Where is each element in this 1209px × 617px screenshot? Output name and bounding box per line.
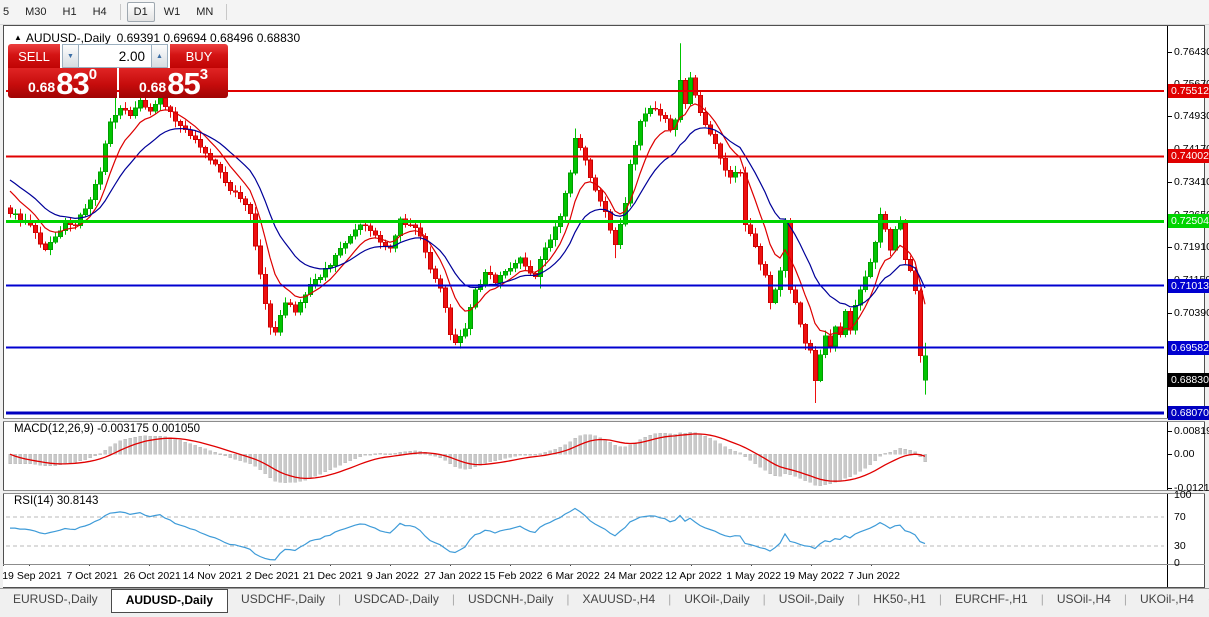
chart-title: ▲ AUDUSD-,Daily 0.69391 0.69694 0.68496 0.…: [14, 31, 300, 45]
price-axis: 0.764300.756700.749300.741700.734100.726…: [1168, 26, 1206, 587]
level-price-label: 0.74002: [1168, 149, 1209, 163]
date-label: 2 Dec 2021: [246, 570, 300, 582]
buy-price-prefix: 0.68: [139, 77, 166, 97]
price-tick-label: 0.70390: [1174, 307, 1209, 319]
date-label: 12 Apr 2022: [665, 570, 722, 582]
tab-eurchfh1[interactable]: EURCHF-,H1: [942, 589, 1041, 610]
pane-splitter-rsi[interactable]: [3, 490, 1205, 494]
volume-input[interactable]: [79, 44, 151, 68]
date-label: 14 Nov 2021: [183, 570, 243, 582]
tab-usdchfdaily[interactable]: USDCHF-,Daily: [228, 589, 338, 610]
rsi-axis-label: 0: [1174, 557, 1180, 569]
date-label: 21 Dec 2021: [303, 570, 363, 582]
buy-price-big: 85: [167, 70, 199, 97]
tab-usdcaddaily[interactable]: USDCAD-,Daily: [341, 589, 452, 610]
macd-tick: [1168, 488, 1172, 489]
date-label: 19 Sep 2021: [2, 570, 62, 582]
price-tick-label: 0.74930: [1174, 110, 1209, 122]
date-label: 6 Mar 2022: [547, 570, 600, 582]
tab-audusddaily[interactable]: AUDUSD-,Daily: [111, 589, 228, 613]
chart-ohlc-values: 0.69391 0.69694 0.68496 0.68830: [117, 31, 301, 45]
date-label: 26 Oct 2021: [124, 570, 181, 582]
date-label: 19 May 2022: [783, 570, 844, 582]
macd-label: MACD(12,26,9) -0.003175 0.001050: [14, 423, 200, 435]
macd-axis-label: 0.00: [1174, 448, 1194, 460]
collapse-icon[interactable]: ▲: [14, 33, 22, 42]
tab-xauusdh4[interactable]: XAUUSD-,H4: [569, 589, 668, 610]
chevron-down-icon: ▼: [67, 53, 74, 60]
price-tick-label: 0.76430: [1174, 46, 1209, 58]
date-label: 1 May 2022: [726, 570, 781, 582]
macd-tick: [1168, 454, 1172, 455]
level-price-label: 0.71013: [1168, 279, 1209, 293]
rsi-pane: [6, 509, 1164, 560]
price-tick: [1168, 182, 1172, 183]
one-click-trading-panel: SELL ▼ ▲ BUY 0.68 83 0 0.68 85 3: [8, 44, 228, 98]
level-price-label: 0.69582: [1168, 341, 1209, 355]
price-tick: [1168, 116, 1172, 117]
tab-usdcnhdaily[interactable]: USDCNH-,Daily: [455, 589, 566, 610]
date-label: 7 Jun 2022: [848, 570, 900, 582]
rsi-axis-label: 70: [1174, 511, 1186, 523]
sell-price-big: 83: [56, 70, 88, 97]
tab-hk50h1[interactable]: HK50-,H1: [860, 589, 939, 610]
price-tick-label: 0.73410: [1174, 176, 1209, 188]
buy-price-display[interactable]: 0.68 85 3: [119, 68, 228, 98]
pane-splitter-macd[interactable]: [3, 418, 1205, 422]
volume-decrease-button[interactable]: ▼: [62, 44, 79, 68]
tab-ukoilh4[interactable]: UKOil-,H4: [1127, 589, 1207, 610]
volume-increase-button[interactable]: ▲: [151, 44, 168, 68]
sell-price-prefix: 0.68: [28, 77, 55, 97]
date-label: 7 Oct 2021: [66, 570, 117, 582]
date-label: 27 Jan 2022: [424, 570, 482, 582]
sell-button[interactable]: SELL: [8, 44, 60, 68]
price-tick: [1168, 52, 1172, 53]
level-price-label: 0.75512: [1168, 84, 1209, 98]
pane-splitter-dates: [3, 564, 1205, 565]
chevron-up-icon: ▲: [156, 53, 163, 60]
chart-symbol-label: AUDUSD-,Daily: [26, 31, 111, 45]
chart-tab-bar: EURUSD-,DailyAUDUSD-,DailyUSDCHF-,Daily|…: [0, 588, 1209, 617]
buy-button[interactable]: BUY: [170, 44, 228, 68]
level-price-label: 0.72504: [1168, 214, 1209, 228]
tab-usoildaily[interactable]: USOil-,Daily: [766, 589, 857, 610]
macd-pane: [9, 432, 927, 485]
tab-ukoildaily[interactable]: UKOil-,Daily: [671, 589, 762, 610]
macd-tick: [1168, 431, 1172, 432]
current-price-label: 0.68830: [1168, 373, 1209, 387]
tab-usoilh4[interactable]: USOil-,H4: [1044, 589, 1124, 610]
date-axis: 19 Sep 2021 7 Oct 2021 26 Oct 202114 Nov 2…: [3, 566, 1167, 587]
macd-axis-label: 0.008197: [1174, 425, 1209, 437]
rsi-axis-label: 100: [1174, 489, 1192, 501]
rsi-label: RSI(14) 30.8143: [14, 495, 98, 507]
buy-price-sup: 3: [200, 68, 208, 82]
sell-price-display[interactable]: 0.68 83 0: [8, 68, 117, 98]
date-label: 15 Feb 2022: [484, 570, 543, 582]
sell-price-sup: 0: [89, 68, 97, 82]
rsi-axis-label: 30: [1174, 540, 1186, 552]
price-tick: [1168, 247, 1172, 248]
date-label: 9 Jan 2022: [367, 570, 419, 582]
tab-eurusddaily[interactable]: EURUSD-,Daily: [0, 589, 111, 610]
date-label: 24 Mar 2022: [604, 570, 663, 582]
price-tick: [1168, 313, 1172, 314]
price-tick-label: 0.71910: [1174, 241, 1209, 253]
level-price-label: 0.68070: [1168, 406, 1209, 420]
